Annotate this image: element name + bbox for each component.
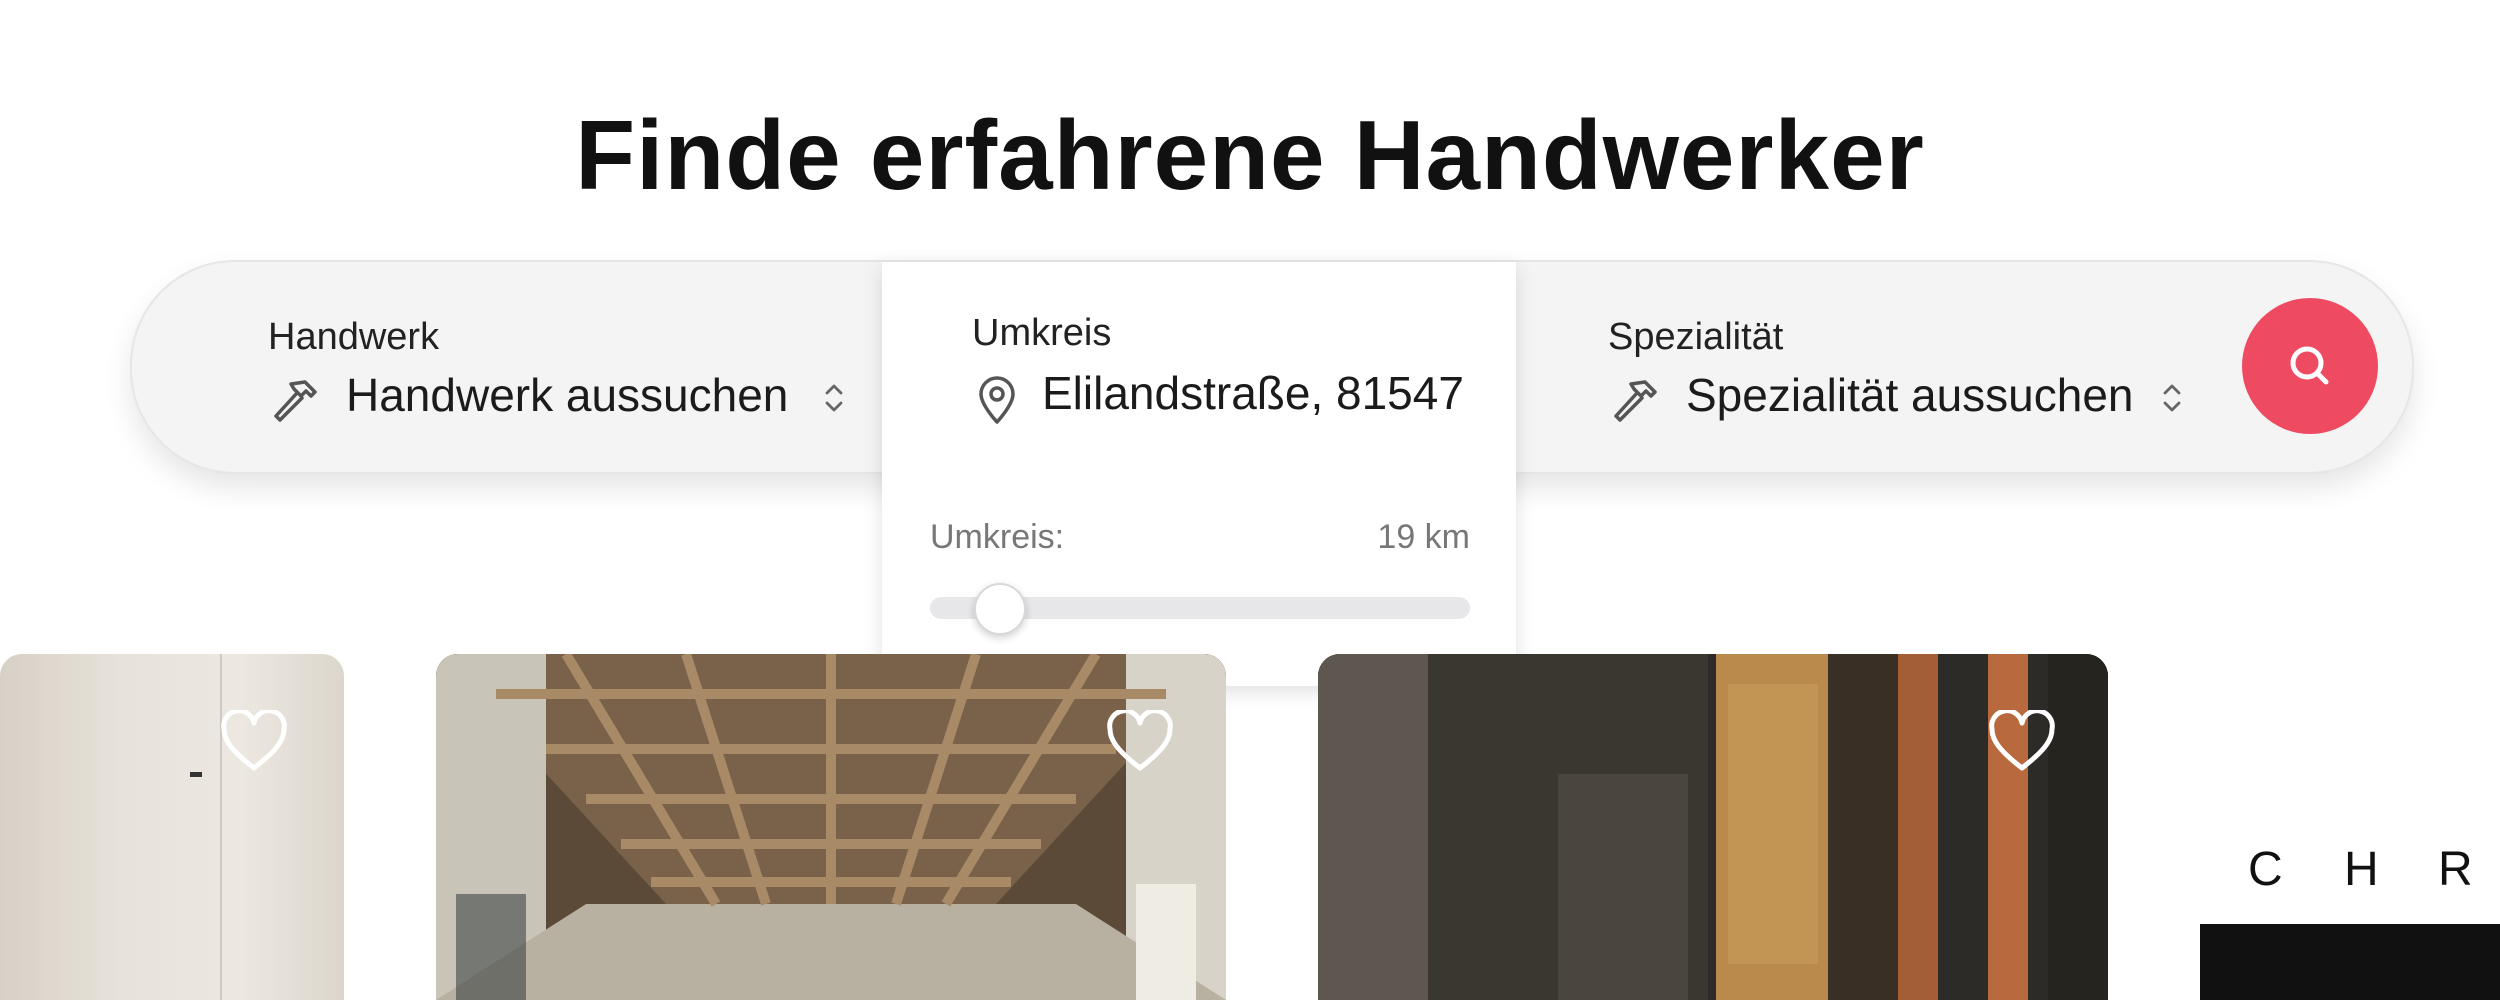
logo-mark [2200,924,2500,1000]
craftsman-card[interactable]: C H R [2200,654,2500,1000]
card-image-detail [190,772,202,777]
location-pin-icon [979,376,1015,424]
hammer-icon [274,380,317,422]
radius-slider-label: Umkreis: [930,518,1065,556]
search-icon [2290,346,2329,385]
specialty-value: Spezialität aussuchen [1686,369,2134,421]
hammer-icon [1614,380,1657,422]
craftsman-card[interactable] [436,654,1226,1000]
heart-icon[interactable] [218,710,290,774]
logo-letter: H [2344,843,2379,896]
card-image [1318,654,2108,1000]
trade-label: Handwerk [268,316,440,358]
card-image-detail [220,654,222,1000]
location-value: Elilandstraße, 81547 [1042,367,1464,419]
logo-letter: C [2248,843,2283,896]
radius-slider-value: 19 km [1377,518,1470,556]
logo-letter: R [2438,843,2473,896]
radius-label: Umkreis [972,312,1112,354]
chevron-updown-icon [2163,384,2181,412]
specialty-label: Spezialität [1608,316,1784,358]
heart-icon[interactable] [1986,710,2058,774]
card-image [436,654,1226,1000]
radius-slider-thumb[interactable] [974,583,1027,635]
chevron-updown-icon [825,384,843,412]
heart-icon[interactable] [1104,710,1176,774]
craftsman-card[interactable] [0,654,344,1000]
page-title: Finde erfahrene Handwerker [575,99,1925,210]
trade-value: Handwerk aussuchen [346,369,789,421]
search-button[interactable] [2242,298,2378,434]
craftsman-card[interactable] [1318,654,2108,1000]
